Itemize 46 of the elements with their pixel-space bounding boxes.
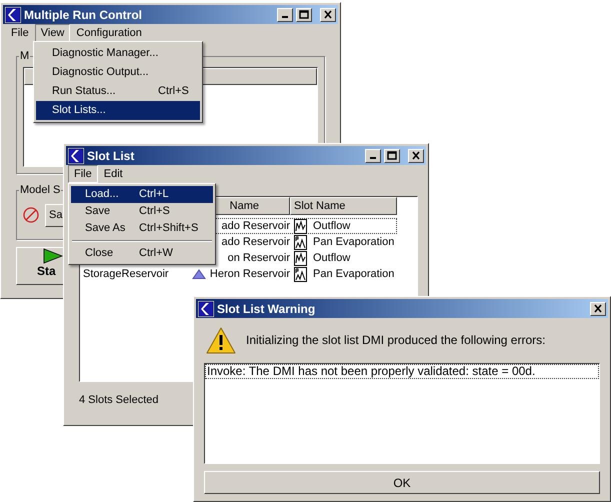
warning-message: Initializing the slot list DMI produced the following errors: bbox=[246, 332, 546, 349]
play-icon bbox=[43, 248, 63, 264]
status-text: 4 Slots Selected bbox=[79, 393, 160, 408]
table-cell-text: Heron Reservoir bbox=[210, 266, 290, 282]
warning-icon bbox=[206, 326, 236, 354]
periodic-series-icon bbox=[294, 266, 307, 282]
close-icon[interactable] bbox=[320, 8, 336, 22]
prohibited-icon bbox=[23, 207, 39, 223]
menu-bar-item[interactable]: File bbox=[5, 24, 35, 42]
menu-bar-item[interactable]: View bbox=[34, 24, 70, 42]
window-title: Slot List bbox=[87, 148, 136, 164]
minimize-icon[interactable] bbox=[365, 148, 381, 162]
maximize-icon[interactable] bbox=[296, 8, 312, 22]
window-title: Slot List Warning bbox=[217, 300, 316, 318]
table-cell-text: on Reservoir bbox=[228, 250, 290, 266]
close-icon[interactable] bbox=[590, 302, 606, 316]
table-cell-text: Outflow bbox=[313, 218, 350, 234]
menu-item[interactable]: Diagnostic Manager... bbox=[36, 44, 200, 63]
menu-bar-item[interactable]: Edit bbox=[98, 165, 129, 183]
close-icon[interactable] bbox=[408, 148, 424, 162]
minimize-icon[interactable] bbox=[277, 8, 293, 22]
menu-item[interactable]: Slot Lists... bbox=[36, 101, 200, 120]
menu-item[interactable]: Diagnostic Output... bbox=[36, 63, 200, 82]
column-header: Slot Name bbox=[290, 197, 397, 215]
table-cell-text: Outflow bbox=[313, 250, 350, 266]
table-cell-text: ado Reservoir bbox=[222, 218, 290, 234]
series-icon bbox=[294, 250, 307, 266]
series-icon bbox=[294, 218, 307, 234]
periodic-series-icon bbox=[294, 234, 307, 250]
window-title: Multiple Run Control bbox=[24, 6, 143, 24]
app-logo-icon bbox=[198, 300, 214, 316]
table-row[interactable]: StorageReservoir Heron Reservoir Pan Evaporation bbox=[80, 266, 397, 282]
table-cell-text: Pan Evaporation bbox=[313, 266, 394, 282]
app-logo-icon bbox=[68, 148, 84, 164]
maximize-icon[interactable] bbox=[384, 148, 400, 162]
menu-bar-item[interactable]: Configuration bbox=[70, 24, 148, 42]
table-cell-text: ado Reservoir bbox=[222, 234, 290, 250]
table-cell-text: Pan Evaporation bbox=[313, 234, 394, 250]
menu-item[interactable]: Run Status... Ctrl+S bbox=[36, 82, 200, 101]
menu-item[interactable]: Load... Ctrl+L bbox=[71, 186, 213, 203]
error-item[interactable]: Invoke: The DMI has not been properly validated: state = 00d. bbox=[205, 364, 599, 379]
app-logo-icon bbox=[5, 6, 21, 22]
table-cell: StorageReservoir bbox=[83, 268, 169, 280]
menu-bar-item[interactable]: File bbox=[68, 165, 98, 183]
ok-button[interactable]: OK bbox=[204, 471, 600, 494]
menu-item[interactable]: Close Ctrl+W bbox=[71, 245, 213, 262]
